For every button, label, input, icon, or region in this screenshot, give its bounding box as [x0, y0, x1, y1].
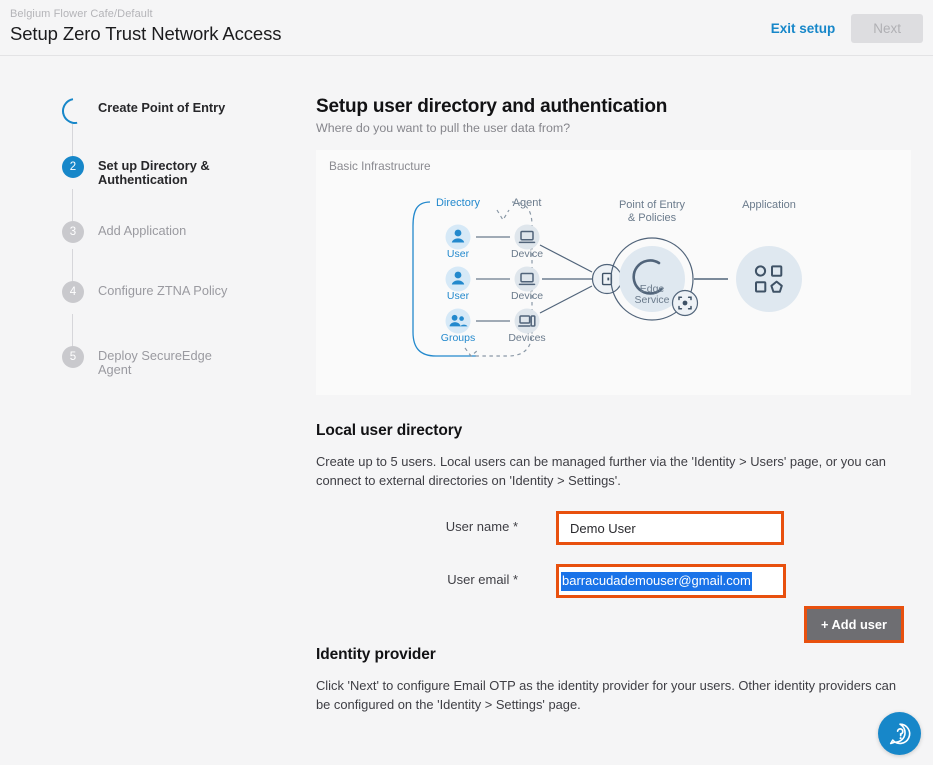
converge-line — [539, 285, 593, 314]
user-email-field-wrapper[interactable]: barracudademouser@gmail.com — [556, 564, 786, 598]
sidebar-step-add-application[interactable]: 3 Add Application — [62, 221, 186, 243]
local-user-directory-description: Create up to 5 users. Local users can be… — [316, 454, 886, 488]
sidebar-step-deploy-secureedge-agent[interactable]: 5 Deploy SecureEdge Agent — [62, 346, 248, 376]
add-user-button[interactable]: + Add user — [807, 609, 902, 640]
device-icon-bg — [514, 266, 540, 292]
setup-stepper: Create Point of Entry 2 Set up Directory… — [0, 56, 300, 765]
device-icon-bg — [514, 224, 540, 250]
diagram-label-policies: & Policies — [628, 212, 677, 224]
header-actions: Exit setup Next — [769, 14, 923, 43]
user-name-value[interactable]: Demo User — [570, 521, 636, 536]
step-number-badge: 3 — [62, 221, 84, 243]
step-label: Add Application — [98, 223, 187, 238]
diagram-label-groups: Groups — [441, 332, 475, 344]
step-label: Create Point of Entry — [98, 100, 226, 115]
page-root: Belgium Flower Cafe/Default Setup Zero T… — [0, 0, 933, 765]
section-subtitle: Where do you want to pull the user data … — [316, 121, 571, 135]
user-avatar-bg — [445, 224, 471, 250]
diagram-label-devices: Devices — [508, 332, 545, 344]
step-label: Configure ZTNA Policy — [98, 283, 228, 298]
point-of-entry-node — [591, 263, 623, 295]
spinner-icon — [62, 98, 84, 120]
groups-icon-bg — [445, 308, 471, 334]
diagram-label-user-2: User — [447, 290, 470, 302]
diagram-label-device-1: Device — [511, 248, 543, 260]
stepper-connector — [72, 249, 73, 283]
diagram-label-directory: Directory — [436, 197, 481, 209]
main-content: Setup user directory and authentication … — [300, 56, 933, 765]
converge-line — [539, 244, 593, 273]
diagram-label-user-1: User — [447, 248, 470, 260]
infrastructure-diagram-card: Basic Infrastructure .dg-lbl-blue { font… — [316, 150, 911, 395]
stepper-connector — [72, 189, 73, 223]
breadcrumb: Belgium Flower Cafe/Default — [10, 8, 153, 20]
next-button[interactable]: Next — [851, 14, 923, 43]
question-help-icon — [889, 722, 910, 744]
sidebar-step-create-point-of-entry[interactable]: Create Point of Entry — [62, 98, 225, 120]
user-name-label: User name * — [445, 519, 518, 534]
header-title-block: Belgium Flower Cafe/Default Setup Zero T… — [10, 8, 282, 46]
infrastructure-diagram: .dg-lbl-blue { font-family:"Liberation S… — [412, 197, 802, 357]
devices-icon-bg — [514, 308, 540, 334]
sidebar-step-setup-directory[interactable]: 2 Set up Directory & Authentication — [62, 156, 248, 186]
user-name-field-wrapper[interactable]: Demo User — [556, 511, 784, 545]
section-title: Setup user directory and authentication — [316, 96, 668, 117]
identity-provider-description: Click 'Next' to configure Email OTP as t… — [316, 678, 896, 712]
help-button[interactable] — [878, 712, 921, 755]
diagram-label-edge-2: Service — [634, 294, 669, 306]
agent-bracket-notch — [496, 209, 510, 222]
user-email-value[interactable]: barracudademouser@gmail.com — [561, 572, 752, 591]
identity-provider-heading: Identity provider — [316, 646, 436, 663]
application-node — [736, 246, 802, 312]
diagram-label-application: Application — [742, 199, 796, 211]
step-number-badge: 5 — [62, 346, 84, 368]
agent-bracket-notch-bottom — [464, 347, 479, 357]
stepper-connector — [72, 314, 73, 348]
user-email-row: User email * barracudademouser@gmail.com — [300, 564, 933, 598]
exit-setup-link[interactable]: Exit setup — [769, 17, 838, 40]
user-name-row: User name * Demo User — [300, 511, 933, 545]
step-label: Deploy SecureEdge Agent — [98, 348, 212, 377]
step-number-badge: 2 — [62, 156, 84, 178]
user-email-label: User email * — [447, 572, 518, 587]
sidebar-step-configure-ztna-policy[interactable]: 4 Configure ZTNA Policy — [62, 281, 227, 303]
page-title: Setup Zero Trust Network Access — [10, 23, 282, 44]
stepper-connector — [72, 124, 73, 158]
diagram-label-point-of-entry: Point of Entry — [619, 199, 686, 211]
step-label: Set up Directory & Authentication — [98, 158, 210, 187]
app-header: Belgium Flower Cafe/Default Setup Zero T… — [0, 0, 933, 56]
user-avatar-bg — [445, 266, 471, 292]
diagram-label-device-2: Device — [511, 290, 543, 302]
add-user-button-wrapper[interactable]: + Add user — [804, 606, 905, 643]
local-user-directory-heading: Local user directory — [316, 422, 463, 439]
step-number-badge: 4 — [62, 281, 84, 303]
